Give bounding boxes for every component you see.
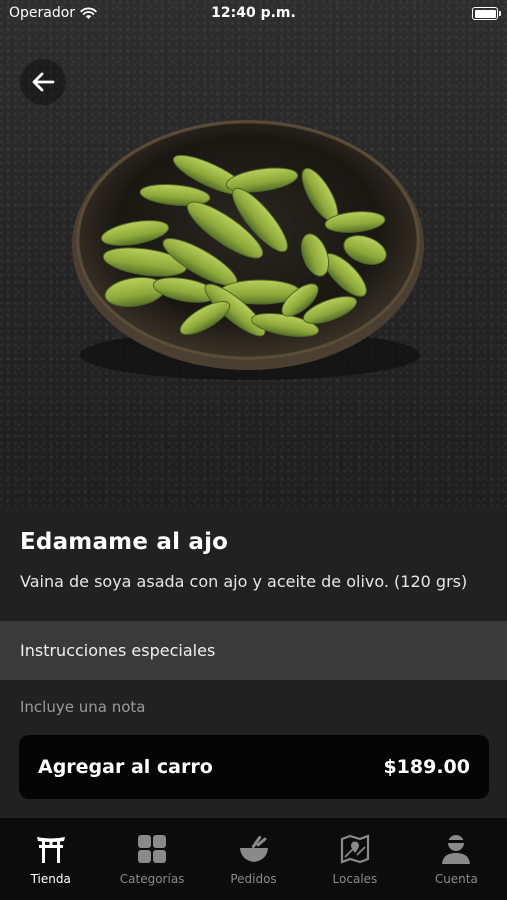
tab-bar: Tienda Categorías Pedidos Locales Cuenta <box>0 818 507 900</box>
bowl-icon <box>239 835 268 862</box>
tab-cuenta[interactable]: Cuenta <box>406 818 507 900</box>
tab-label-cuenta: Cuenta <box>434 872 478 886</box>
tab-label-pedidos: Pedidos <box>230 872 277 886</box>
price-label: $189.00 <box>383 756 470 778</box>
edamame-bowl-illustration <box>72 120 424 380</box>
tab-locales[interactable]: Locales <box>304 818 405 900</box>
product-description: Vaina de soya asada con ajo y aceite de … <box>20 572 468 591</box>
tab-label-categorias: Categorías <box>119 872 185 886</box>
tab-categorias[interactable]: Categorías <box>101 818 202 900</box>
special-instructions-header: Instrucciones especiales <box>0 621 507 680</box>
user-icon <box>442 835 471 864</box>
tab-pedidos[interactable]: Pedidos <box>203 818 304 900</box>
tab-label-tienda: Tienda <box>30 872 71 886</box>
grid-icon <box>138 835 167 863</box>
battery-icon <box>472 7 501 20</box>
clock: 12:40 p.m. <box>211 5 296 21</box>
add-to-cart-button[interactable]: Agregar al carro $189.00 <box>19 735 489 799</box>
torii-gate-icon <box>36 837 65 863</box>
tab-label-locales: Locales <box>332 872 378 886</box>
back-button[interactable] <box>20 59 66 105</box>
product-image <box>0 0 507 507</box>
arrow-left-icon <box>32 72 55 92</box>
map-icon <box>340 834 370 864</box>
product-title: Edamame al ajo <box>20 529 229 555</box>
special-instructions-label: Instrucciones especiales <box>20 641 216 660</box>
product-details: Edamame al ajo Vaina de soya asada con a… <box>0 507 507 621</box>
note-input[interactable] <box>20 698 487 716</box>
add-to-cart-label: Agregar al carro <box>38 756 213 778</box>
tab-tienda[interactable]: Tienda <box>0 818 101 900</box>
status-bar: Operador 12:40 p.m. <box>0 0 507 28</box>
